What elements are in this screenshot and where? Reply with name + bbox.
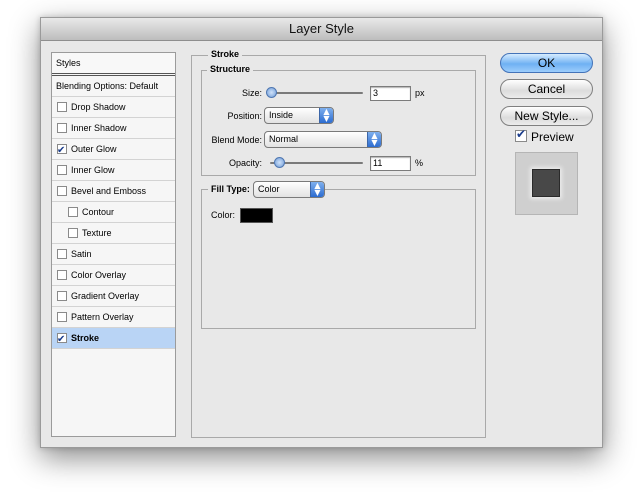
fill-type-label: Fill Type: [208, 184, 253, 195]
opacity-input[interactable]: 11 [370, 156, 411, 171]
style-item-label: Stroke [71, 333, 100, 343]
style-item-label: Gradient Overlay [71, 291, 140, 301]
stroke-group: Stroke Structure Size: 3 px Position: In… [191, 49, 486, 438]
blending-options-label: Blending Options: Default [56, 81, 159, 91]
chevron-up-down-icon: ▲ ▼ [310, 182, 324, 197]
fill-type-value: Color [258, 184, 280, 194]
style-item-label: Outer Glow [71, 144, 117, 154]
blending-options-item[interactable]: Blending Options: Default [52, 76, 175, 97]
inner-glow-checkbox[interactable] [57, 164, 67, 175]
style-item-outer-glow[interactable]: Outer Glow [52, 139, 175, 161]
stroke-color-swatch[interactable] [240, 208, 273, 223]
size-slider-track[interactable] [270, 92, 363, 94]
style-item-texture[interactable]: Texture [52, 223, 175, 244]
preview-layer-square [532, 169, 560, 197]
gradient-overlay-checkbox[interactable] [57, 290, 67, 301]
preview-label: Preview [531, 130, 574, 144]
preview-thumbnail [515, 152, 578, 215]
chevron-up-down-icon: ▲ ▼ [367, 132, 381, 147]
style-item-contour[interactable]: Contour [52, 202, 175, 223]
fill-type-group: Fill Type: Color ▲ ▼ Color: [201, 181, 476, 329]
dialog-title: Layer Style [41, 18, 602, 41]
color-label: Color: [211, 210, 236, 220]
structure-group: Structure Size: 3 px Position: Inside ▲ ▼… [201, 64, 476, 176]
styles-list: Styles Blending Options: Default Drop Sh… [51, 52, 176, 437]
outer-glow-checkbox[interactable] [57, 141, 67, 161]
position-label: Position: [227, 111, 262, 121]
blend-mode-select[interactable]: Normal ▲ ▼ [264, 131, 382, 148]
pattern-overlay-checkbox[interactable] [57, 311, 67, 322]
style-item-drop-shadow[interactable]: Drop Shadow [52, 97, 175, 118]
style-item-stroke[interactable]: Stroke [52, 328, 175, 350]
style-item-gradient-overlay[interactable]: Gradient Overlay [52, 286, 175, 307]
styles-header[interactable]: Styles [52, 53, 175, 73]
style-item-label: Pattern Overlay [71, 312, 134, 322]
size-input[interactable]: 3 [370, 86, 411, 101]
style-item-label: Satin [71, 249, 92, 259]
cancel-button[interactable]: Cancel [500, 79, 593, 99]
chevron-up-down-icon: ▲ ▼ [319, 108, 333, 123]
blend-mode-label: Blend Mode: [211, 135, 262, 145]
style-item-label: Inner Shadow [71, 123, 127, 133]
size-label: Size: [241, 88, 262, 98]
structure-group-title: Structure [207, 64, 254, 75]
opacity-slider-thumb[interactable] [274, 157, 285, 168]
stroke-group-title: Stroke [208, 49, 243, 60]
satin-checkbox[interactable] [57, 248, 67, 259]
style-item-label: Color Overlay [71, 270, 127, 280]
new-style-button[interactable]: New Style... [500, 106, 593, 126]
opacity-unit: % [415, 158, 424, 168]
style-item-inner-shadow[interactable]: Inner Shadow [52, 118, 175, 139]
position-value: Inside [269, 110, 294, 120]
ok-button[interactable]: OK [500, 53, 593, 73]
style-item-bevel-and-emboss[interactable]: Bevel and Emboss [52, 181, 175, 202]
style-item-label: Texture [82, 228, 112, 238]
size-unit: px [415, 88, 425, 98]
layer-style-dialog: Layer Style Styles Blending Options: Def… [40, 17, 603, 448]
size-slider-thumb[interactable] [266, 87, 277, 98]
contour-checkbox[interactable] [68, 206, 78, 217]
bevel-and-emboss-checkbox[interactable] [57, 185, 67, 196]
texture-checkbox[interactable] [68, 227, 78, 238]
style-item-pattern-overlay[interactable]: Pattern Overlay [52, 307, 175, 328]
style-item-label: Inner Glow [71, 165, 115, 175]
preview-toggle[interactable]: Preview [515, 127, 574, 144]
stroke-checkbox[interactable] [57, 330, 67, 350]
position-select[interactable]: Inside ▲ ▼ [264, 107, 334, 124]
color-overlay-checkbox[interactable] [57, 269, 67, 280]
style-item-label: Contour [82, 207, 115, 217]
preview-checkbox[interactable] [515, 127, 527, 143]
style-item-inner-glow[interactable]: Inner Glow [52, 160, 175, 181]
inner-shadow-checkbox[interactable] [57, 122, 67, 133]
style-item-label: Bevel and Emboss [71, 186, 147, 196]
opacity-label: Opacity: [228, 158, 262, 168]
style-item-label: Drop Shadow [71, 102, 126, 112]
blend-mode-value: Normal [269, 134, 299, 144]
fill-type-select[interactable]: Color ▲ ▼ [253, 181, 325, 198]
drop-shadow-checkbox[interactable] [57, 101, 67, 112]
style-item-satin[interactable]: Satin [52, 244, 175, 265]
style-item-color-overlay[interactable]: Color Overlay [52, 265, 175, 286]
